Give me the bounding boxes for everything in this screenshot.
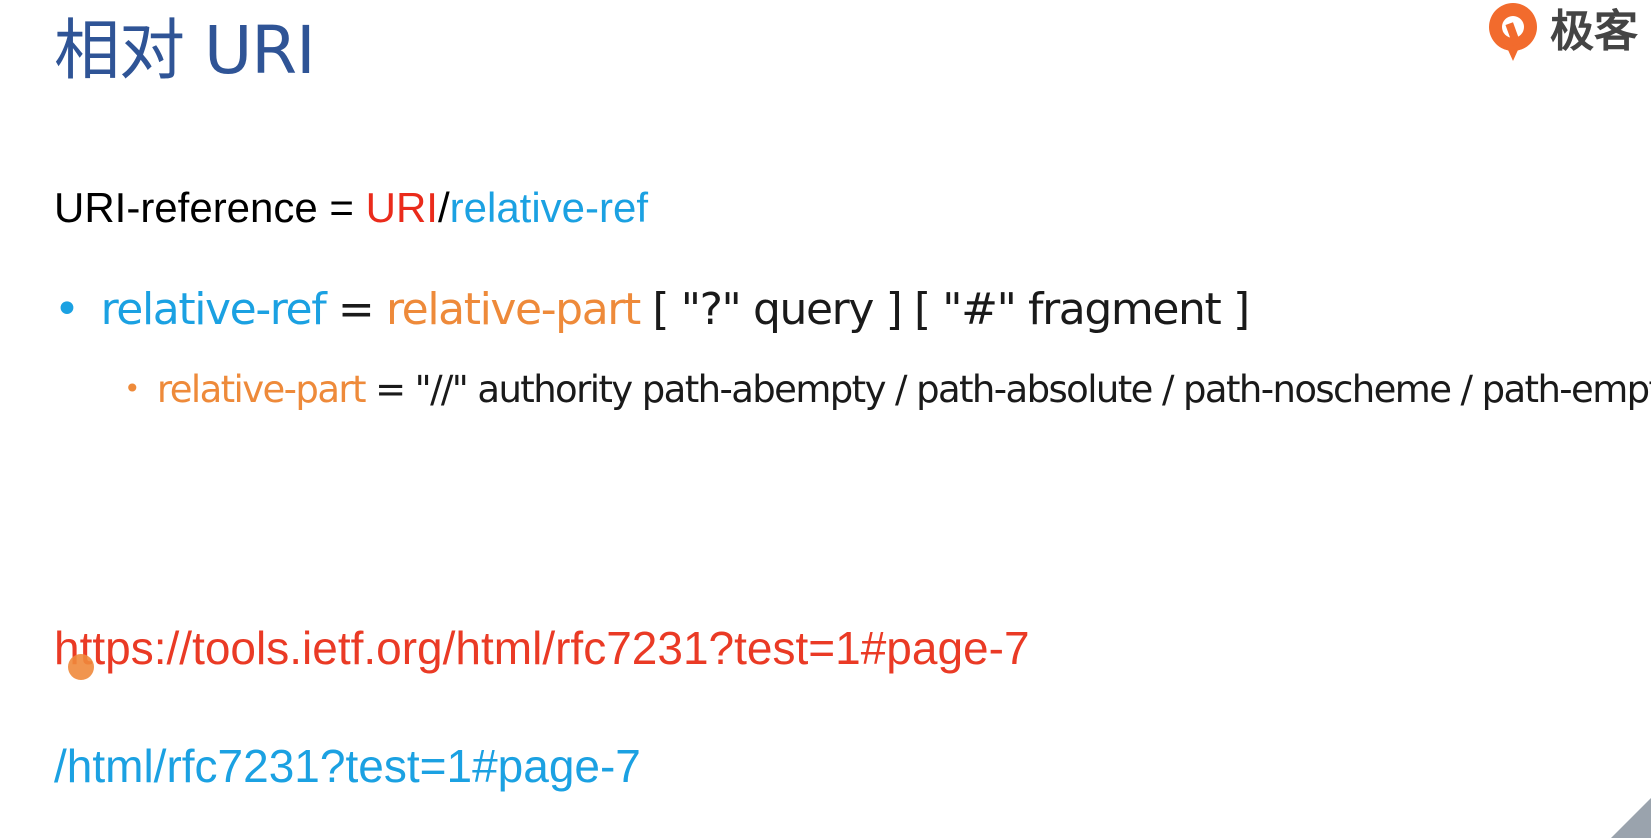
definition-uri: URI: [365, 184, 438, 231]
bullet-dot-icon: •: [54, 284, 80, 335]
sub-bullet-dot-icon: •: [124, 372, 141, 405]
bullet1-eq: =: [325, 284, 386, 335]
bullet1-relative-ref: relative-ref: [100, 284, 327, 335]
bullet-relative-ref: • relative-ref = relative-part [ "?" quer…: [54, 282, 1250, 338]
absolute-url-example: https://tools.ietf.org/html/rfc7231?test…: [54, 622, 1030, 674]
bullet2-rest: = "//" authority path-abempty / path-abs…: [364, 368, 1651, 411]
slide-title: 相对 URI: [54, 12, 316, 89]
definition-lhs: URI-reference =: [54, 184, 366, 231]
pointer-cursor-icon: [68, 654, 94, 680]
bullet2-relative-part: relative-part: [156, 368, 367, 411]
uri-reference-definition: URI-reference = URI/relative-ref: [54, 182, 648, 234]
relative-url-example: /html/rfc7231?test=1#page-7: [54, 740, 641, 792]
slide: 相对 URI 极客 URI-reference = URI/relative-r…: [0, 0, 1651, 838]
bullet1-relative-part: relative-part: [385, 284, 641, 335]
geekbang-logo-icon: [1489, 3, 1537, 61]
geekbang-logo: 极客: [1484, 0, 1638, 64]
definition-relative-ref: relative-ref: [449, 184, 649, 231]
bullet1-rest: [ "?" query ] [ "#" fragment ]: [639, 284, 1250, 335]
definition-separator: /: [437, 184, 450, 231]
corner-decoration-icon: [1611, 798, 1651, 838]
bullet-relative-part: • relative-part = "//" authority path-abe…: [124, 366, 1651, 413]
logo-text: 极客: [1550, 6, 1638, 57]
